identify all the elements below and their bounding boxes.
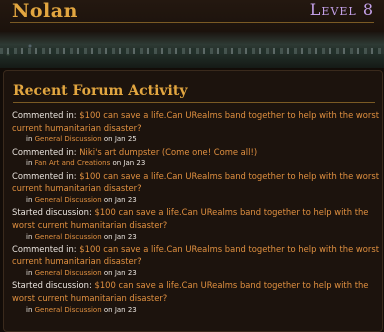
activity-meta: in General Discussion on Jan 23	[12, 232, 380, 243]
activity-meta: in General Discussion on Jan 23	[12, 268, 380, 279]
in-label: in	[26, 305, 35, 314]
activity-date: on Jan 23	[101, 195, 137, 204]
profile-header: Nolan Level 8	[0, 0, 384, 32]
activity-action: Commented in:	[12, 243, 80, 254]
forum-activity-panel: Recent Forum Activity Commented in: $100…	[3, 70, 383, 332]
activity-summary: Commented in: Niki's art dumpster (Come …	[12, 146, 380, 159]
activity-item: Commented in: $100 can save a life.Can U…	[12, 109, 380, 146]
activity-action: Started discussion:	[12, 207, 95, 218]
activity-summary: Commented in: $100 can save a life.Can U…	[12, 243, 380, 268]
in-label: in	[26, 135, 35, 144]
activity-action: Commented in:	[12, 110, 80, 120]
activity-action: Commented in:	[12, 146, 80, 157]
in-label: in	[26, 232, 35, 241]
category-link[interactable]: General Discussion	[35, 135, 102, 143]
category-link[interactable]: Fan Art and Creations	[35, 159, 111, 167]
in-label: in	[26, 269, 35, 278]
activity-item: Commented in: $100 can save a life.Can U…	[12, 170, 380, 207]
activity-action: Commented in:	[12, 170, 80, 181]
activity-action: Started discussion:	[12, 280, 95, 291]
profile-username: Nolan	[12, 0, 78, 22]
category-link[interactable]: General Discussion	[35, 306, 102, 314]
activity-summary: Started discussion: $100 can save a life…	[12, 206, 380, 231]
activity-item: Commented in: $100 can save a life.Can U…	[12, 243, 380, 280]
in-label: in	[26, 195, 35, 204]
activity-item: Started discussion: $100 can save a life…	[12, 279, 380, 316]
profile-level: Level 8	[309, 0, 374, 19]
activity-date: on Jan 23	[101, 269, 137, 278]
banner-decoration	[0, 48, 384, 54]
section-divider	[13, 102, 375, 103]
activity-meta: in General Discussion on Jan 23	[12, 305, 380, 316]
activity-meta: in General Discussion on Jan 25	[12, 134, 380, 145]
in-label: in	[26, 159, 35, 168]
category-link[interactable]: General Discussion	[35, 233, 102, 241]
activity-date: on Jan 23	[101, 232, 137, 241]
forum-activity-title: Recent Forum Activity	[13, 83, 188, 99]
activity-item: Started discussion: $100 can save a life…	[12, 206, 380, 243]
category-link[interactable]: General Discussion	[35, 196, 102, 204]
activity-summary: Commented in: $100 can save a life.Can U…	[12, 109, 380, 134]
header-divider	[10, 22, 374, 23]
forum-activity-list: Commented in: $100 can save a life.Can U…	[12, 109, 380, 316]
topic-link[interactable]: Niki's art dumpster (Come one! Come all!…	[79, 147, 257, 157]
activity-meta: in General Discussion on Jan 23	[12, 195, 380, 206]
activity-date: on Jan 25	[101, 135, 137, 144]
activity-item: Commented in: Niki's art dumpster (Come …	[12, 146, 380, 170]
activity-date: on Jan 23	[110, 159, 146, 168]
activity-date: on Jan 23	[101, 305, 137, 314]
activity-summary: Commented in: $100 can save a life.Can U…	[12, 170, 380, 195]
category-link[interactable]: General Discussion	[35, 269, 102, 277]
activity-meta: in Fan Art and Creations on Jan 23	[12, 158, 380, 169]
activity-summary: Started discussion: $100 can save a life…	[12, 279, 380, 304]
